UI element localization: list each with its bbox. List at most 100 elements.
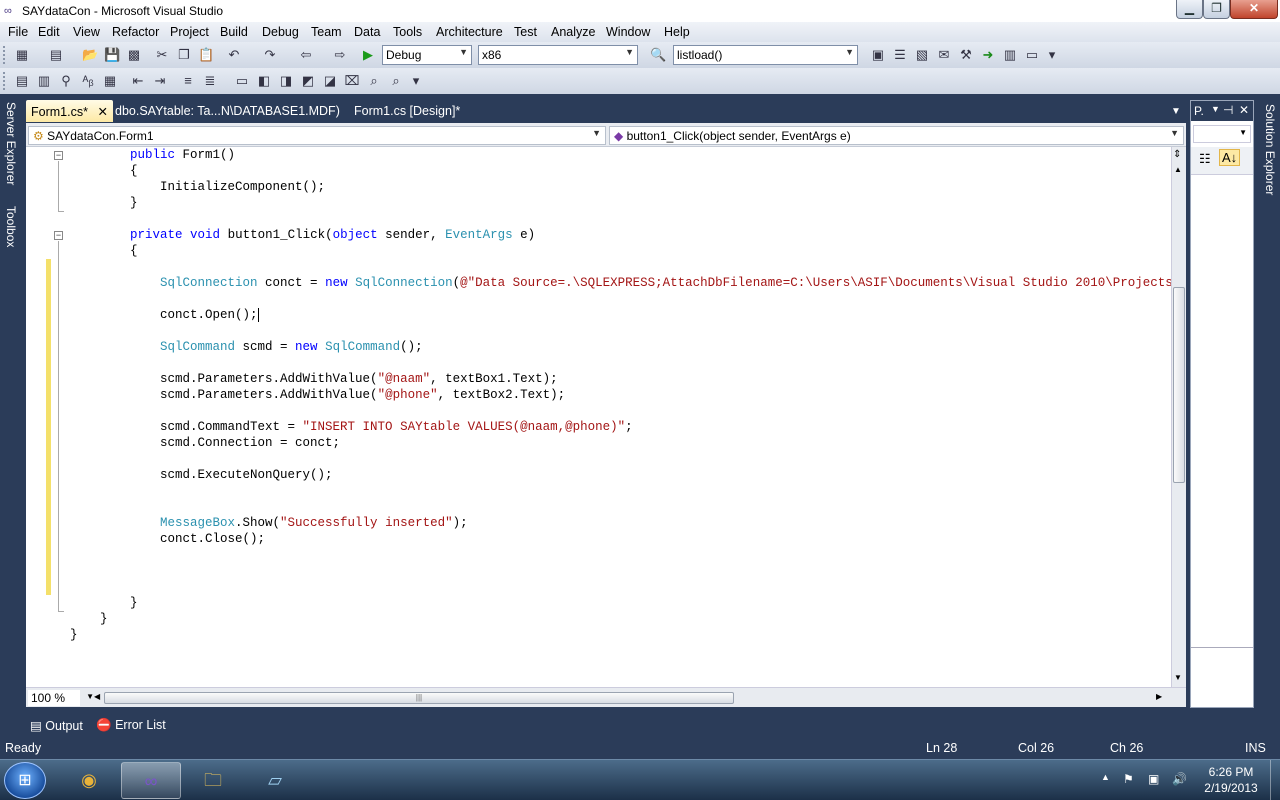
- quick-info-icon[interactable]: ⚲: [58, 73, 74, 89]
- pin-icon[interactable]: ⊣: [1223, 103, 1233, 117]
- scroll-down-icon[interactable]: ▼: [1174, 673, 1182, 682]
- redo-icon[interactable]: ↷: [262, 47, 278, 63]
- server-explorer-tab[interactable]: Server Explorer: [2, 102, 18, 185]
- menu-view[interactable]: View: [73, 25, 100, 39]
- solution-platform-combo[interactable]: x86 ▼: [478, 45, 638, 65]
- solution-explorer-tab[interactable]: Solution Explorer: [1261, 104, 1277, 195]
- menu-edit[interactable]: Edit: [38, 25, 60, 39]
- code-line[interactable]: private void button1_Click(object sender…: [70, 227, 535, 243]
- network-icon[interactable]: ▣: [1148, 772, 1159, 786]
- types-combo[interactable]: ⚙ SAYdataCon.Form1 ▼: [28, 126, 606, 145]
- zoom-combo[interactable]: 100 % ▼: [28, 690, 94, 706]
- minimize-button[interactable]: ▁: [1176, 0, 1203, 19]
- save-icon[interactable]: 💾: [104, 47, 120, 63]
- properties-object-combo[interactable]: ▼: [1193, 125, 1251, 143]
- members-combo[interactable]: ◆ button1_Click(object sender, EventArgs…: [609, 126, 1184, 145]
- tools-icon[interactable]: ⚒: [958, 47, 974, 63]
- add-item-icon[interactable]: ▤: [48, 47, 64, 63]
- clear-bookmarks-icon[interactable]: ⌧: [344, 73, 360, 89]
- toggle-bookmark-icon[interactable]: ▭: [234, 73, 250, 89]
- start-debugging-icon[interactable]: ▶: [360, 47, 376, 63]
- solution-explorer-icon[interactable]: ▣: [870, 47, 886, 63]
- close-panel-icon[interactable]: ✕: [1239, 103, 1249, 117]
- code-editor[interactable]: − − public Form1() { InitializeComponent…: [26, 147, 1171, 687]
- find-icon[interactable]: ⌕: [366, 73, 382, 89]
- menu-window[interactable]: Window: [606, 25, 650, 39]
- scroll-up-icon[interactable]: ▲: [1174, 165, 1182, 174]
- code-line[interactable]: {: [70, 163, 138, 179]
- parameter-info-icon[interactable]: ▥: [36, 73, 52, 89]
- vertical-scrollbar[interactable]: ⇕ ▲ ▼: [1171, 147, 1186, 687]
- menu-debug[interactable]: Debug: [262, 25, 299, 39]
- code-line[interactable]: }: [70, 595, 138, 611]
- paste-icon[interactable]: 📋: [198, 47, 214, 63]
- close-tab-icon[interactable]: ✕: [97, 105, 107, 119]
- alphabetical-sort-icon[interactable]: A↓: [1219, 149, 1241, 166]
- decrease-indent-icon[interactable]: ⇤: [130, 73, 146, 89]
- toolbar-grip[interactable]: [3, 72, 6, 90]
- toolbox-tab[interactable]: Toolbox: [2, 206, 18, 247]
- extension-icon[interactable]: ➜: [980, 47, 996, 63]
- code-line[interactable]: }: [70, 195, 138, 211]
- toolbar-options-icon[interactable]: ▾: [408, 73, 424, 89]
- tab-form1-design[interactable]: Form1.cs [Design]*: [349, 100, 465, 122]
- navigate-forward-icon[interactable]: ⇨: [332, 47, 348, 63]
- toolbar-grip[interactable]: [3, 46, 6, 64]
- maximize-button[interactable]: ❐: [1203, 0, 1230, 19]
- close-window-button[interactable]: ✕: [1230, 0, 1278, 19]
- collapse-region-icon[interactable]: −: [54, 231, 63, 240]
- menu-tools[interactable]: Tools: [393, 25, 422, 39]
- code-line[interactable]: }: [70, 627, 78, 643]
- find-next-icon[interactable]: ⌕: [388, 73, 404, 89]
- open-file-icon[interactable]: 📂: [82, 47, 98, 63]
- menu-help[interactable]: Help: [664, 25, 690, 39]
- code-line[interactable]: }: [70, 611, 108, 627]
- copy-icon[interactable]: ❐: [176, 47, 192, 63]
- new-project-icon[interactable]: ▦: [14, 47, 30, 63]
- increase-indent-icon[interactable]: ⇥: [152, 73, 168, 89]
- command-window-icon[interactable]: ▭: [1024, 47, 1040, 63]
- horizontal-scroll-thumb[interactable]: |||: [104, 692, 734, 704]
- code-line[interactable]: SqlConnection conct = new SqlConnection(…: [70, 275, 1171, 291]
- scroll-left-icon[interactable]: ◀: [94, 692, 100, 701]
- code-line[interactable]: scmd.CommandText = "INSERT INTO SAYtable…: [70, 419, 633, 435]
- tab-error-list[interactable]: ⛔ Error List: [96, 718, 166, 733]
- collapse-region-icon[interactable]: −: [54, 151, 63, 160]
- code-line[interactable]: conct.Close();: [70, 531, 265, 547]
- complete-word-icon[interactable]: ᴬᵦ: [80, 73, 96, 89]
- find-in-files-icon[interactable]: 🔍: [650, 47, 666, 63]
- toolbox-icon[interactable]: ✉: [936, 47, 952, 63]
- volume-icon[interactable]: 🔊: [1172, 772, 1187, 786]
- tab-output[interactable]: ▤ Output: [30, 718, 83, 733]
- split-window-icon[interactable]: ⇕: [1173, 149, 1181, 160]
- comment-icon[interactable]: ≡: [180, 73, 196, 89]
- toolbar-options-icon[interactable]: ▾: [1044, 47, 1060, 63]
- code-line[interactable]: SqlCommand scmd = new SqlCommand();: [70, 339, 423, 355]
- chrome-taskbar-button[interactable]: ◉: [59, 762, 119, 799]
- menu-analyze[interactable]: Analyze: [551, 25, 595, 39]
- menu-file[interactable]: File: [8, 25, 28, 39]
- code-line[interactable]: MessageBox.Show("Successfully inserted")…: [70, 515, 468, 531]
- vertical-scroll-thumb[interactable]: [1173, 287, 1185, 483]
- code-text[interactable]: public Form1() { InitializeComponent(); …: [70, 147, 1171, 687]
- start-page-icon[interactable]: ▥: [1002, 47, 1018, 63]
- find-combo[interactable]: listload() ▼: [673, 45, 858, 65]
- object-browser-icon[interactable]: ▧: [914, 47, 930, 63]
- code-line[interactable]: scmd.Connection = conct;: [70, 435, 340, 451]
- code-line[interactable]: conct.Open();: [70, 307, 259, 323]
- menu-build[interactable]: Build: [220, 25, 248, 39]
- code-line[interactable]: {: [70, 243, 138, 259]
- word-wrap-icon[interactable]: ▦: [102, 73, 118, 89]
- menu-team[interactable]: Team: [311, 25, 342, 39]
- menu-test[interactable]: Test: [514, 25, 537, 39]
- code-line[interactable]: InitializeComponent();: [70, 179, 325, 195]
- code-line[interactable]: scmd.Parameters.AddWithValue("@naam", te…: [70, 371, 558, 387]
- action-center-icon[interactable]: ⚑: [1123, 772, 1134, 786]
- menu-data[interactable]: Data: [354, 25, 380, 39]
- code-line[interactable]: public Form1(): [70, 147, 235, 163]
- menu-refactor[interactable]: Refactor: [112, 25, 159, 39]
- next-bookmark-icon[interactable]: ◨: [278, 73, 294, 89]
- start-button[interactable]: ⊞: [4, 762, 46, 799]
- tab-form1-cs[interactable]: Form1.cs* ✕: [26, 100, 113, 122]
- categorized-icon[interactable]: ☷: [1199, 151, 1211, 167]
